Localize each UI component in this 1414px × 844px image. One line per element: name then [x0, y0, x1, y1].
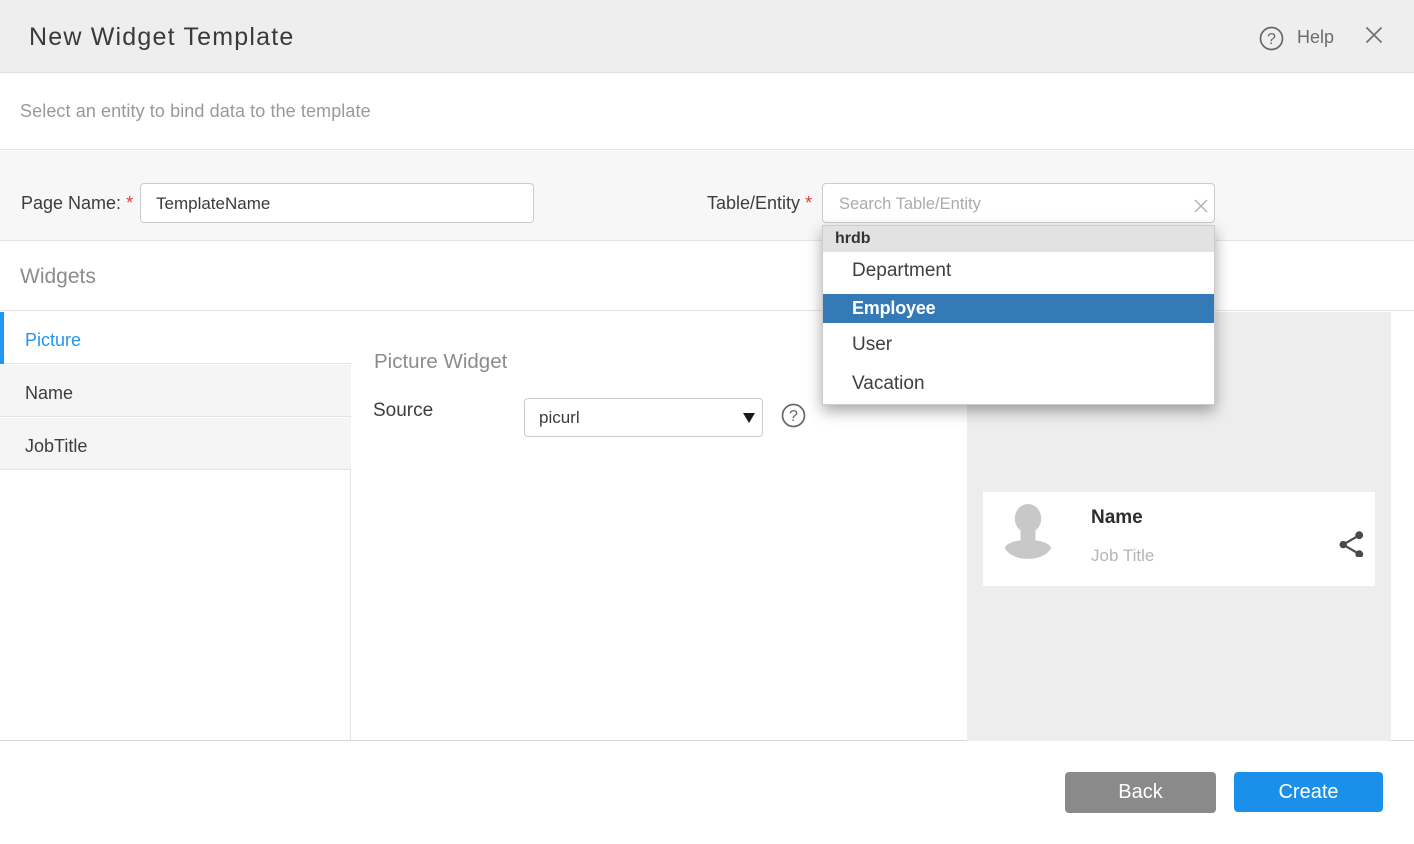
svg-text:?: ? — [1267, 31, 1276, 48]
svg-text:?: ? — [789, 408, 798, 425]
